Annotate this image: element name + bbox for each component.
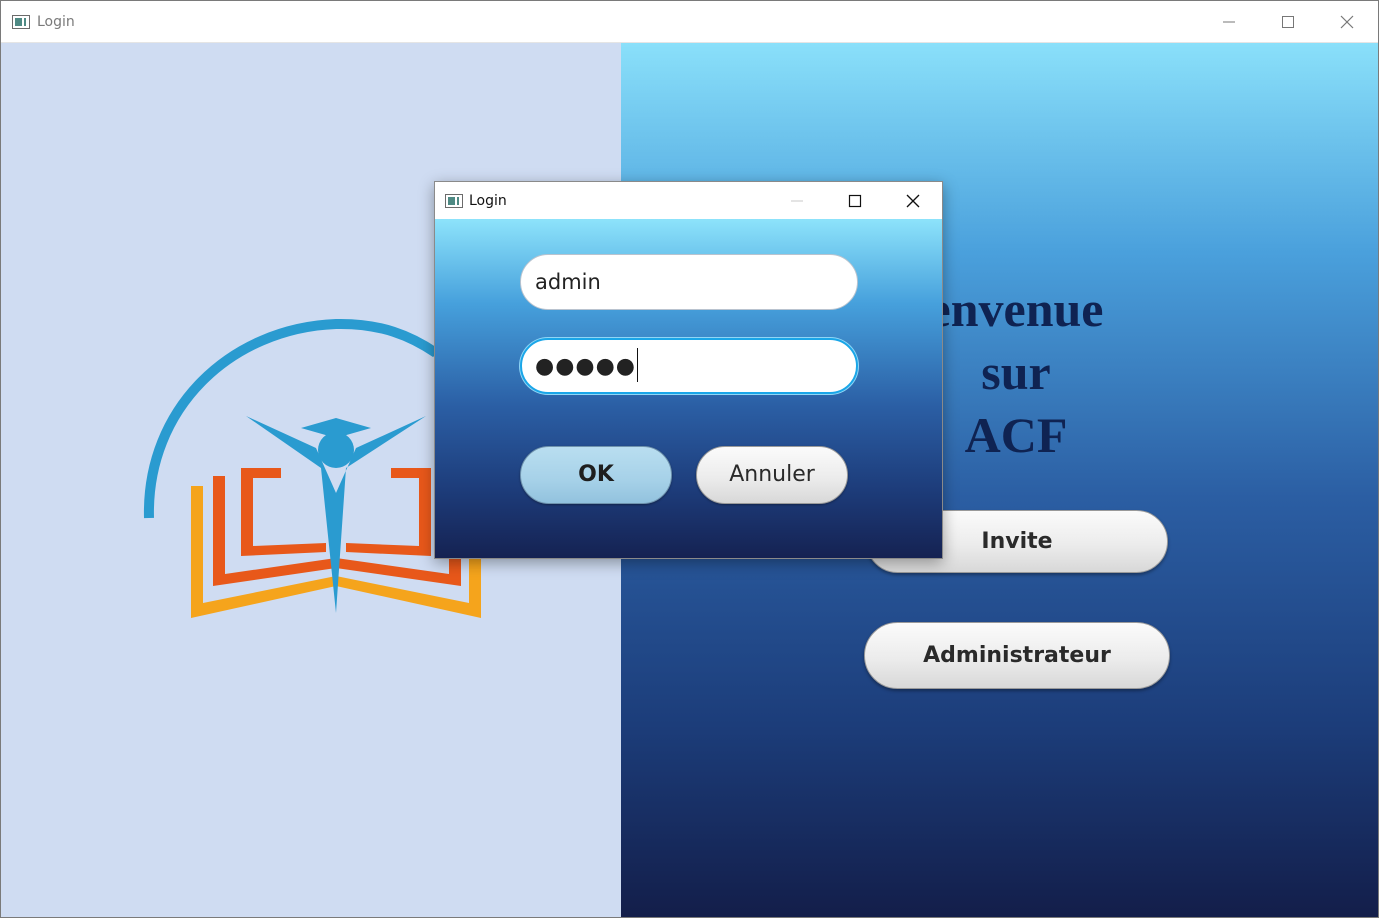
main-titlebar[interactable]: Login (1, 1, 1378, 43)
maximize-icon (1282, 16, 1294, 28)
dialog-titlebar[interactable]: Login (435, 182, 942, 219)
maximize-icon (848, 194, 862, 208)
logo-book-inner-right (346, 468, 431, 556)
dialog-body: admin ●●●●● OK Annuler (435, 219, 942, 558)
minimize-button[interactable] (1200, 1, 1258, 42)
administrateur-button[interactable]: Administrateur (864, 622, 1170, 689)
close-button[interactable] (1318, 1, 1376, 42)
text-caret (636, 348, 638, 382)
login-dialog: Login admin ●●●●● OK Annuler (434, 181, 943, 559)
ok-button[interactable]: OK (520, 446, 672, 504)
minimize-icon (1223, 21, 1235, 23)
password-field[interactable]: ●●●●● (520, 338, 858, 394)
password-mask: ●●●●● (535, 354, 636, 379)
dialog-title: Login (469, 193, 507, 209)
username-value: admin (535, 270, 601, 294)
dialog-window-icon (445, 194, 463, 208)
close-icon (1340, 15, 1354, 29)
dialog-maximize-button[interactable] (826, 182, 884, 219)
minimize-icon (791, 200, 803, 202)
cancel-button[interactable]: Annuler (696, 446, 848, 504)
app-window-icon (12, 15, 30, 29)
maximize-button[interactable] (1259, 1, 1317, 42)
graduation-cap-icon (301, 418, 371, 438)
close-icon (906, 194, 920, 208)
dialog-close-button[interactable] (884, 182, 942, 219)
main-window-title: Login (37, 14, 75, 30)
dialog-minimize-button[interactable] (768, 182, 826, 219)
logo-book-inner (241, 468, 326, 556)
username-field[interactable]: admin (520, 254, 858, 310)
